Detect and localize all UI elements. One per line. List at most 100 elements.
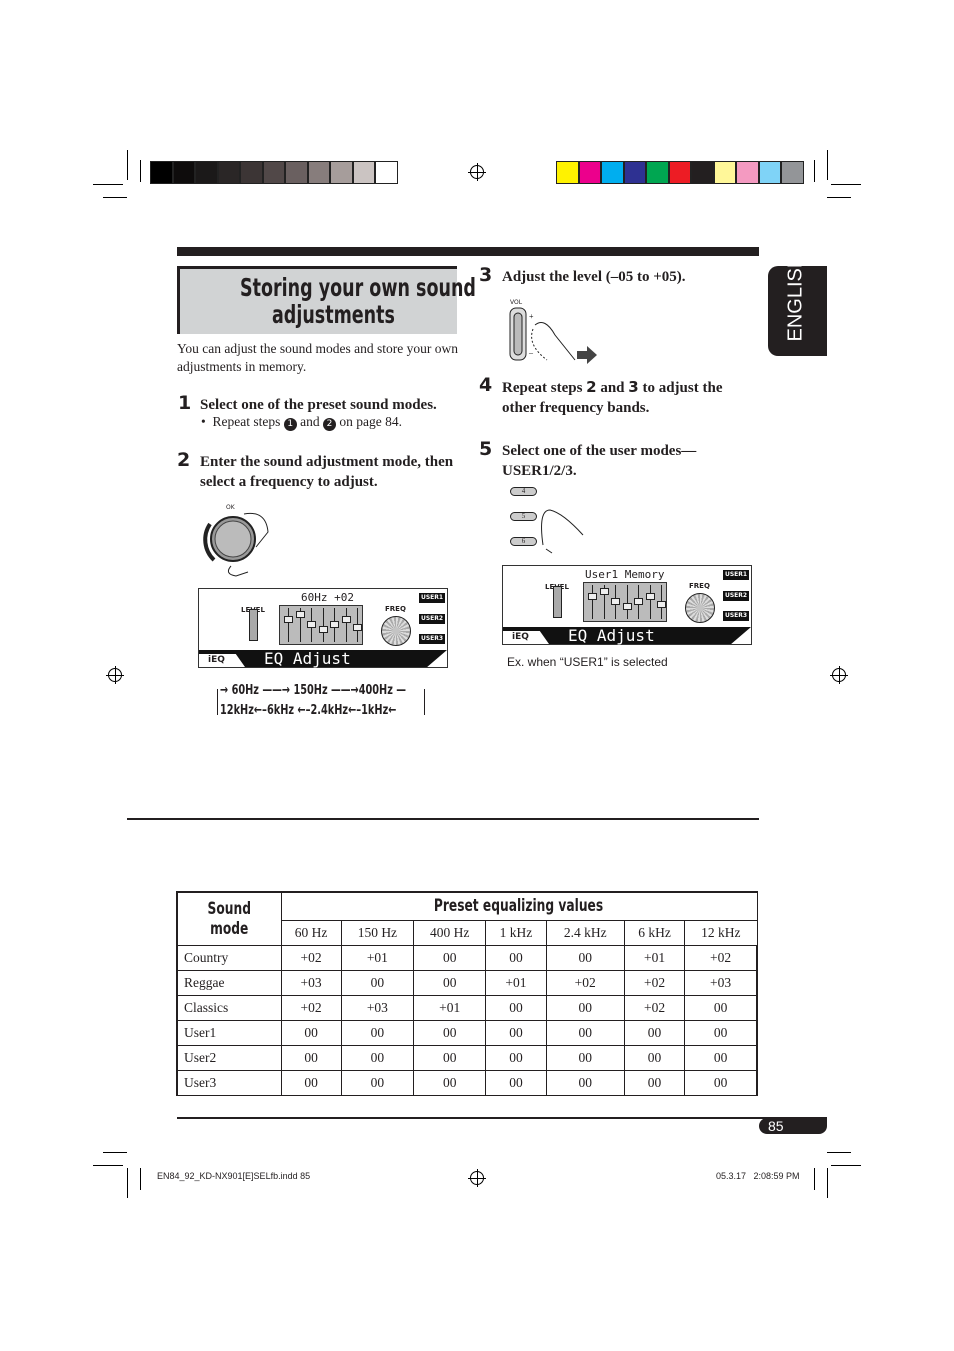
eq-value-cell: +01 xyxy=(485,969,547,996)
preset-button-6[interactable]: 6 xyxy=(510,537,537,546)
slider-knob xyxy=(622,603,632,610)
eq-value-cell: +02 xyxy=(623,969,686,996)
finger-press-icon xyxy=(541,509,584,554)
freq-header: 150 Hz xyxy=(340,919,415,946)
registration-mark-icon xyxy=(830,666,848,684)
sound-mode-cell: Country xyxy=(176,944,282,971)
eq-value-cell: 00 xyxy=(280,1019,342,1046)
eq-value-cell: +02 xyxy=(623,994,686,1021)
slider-track xyxy=(626,585,628,619)
slider-knob xyxy=(341,616,351,623)
section-title-box: Storing your own sound adjustments xyxy=(177,266,476,334)
freq-item: 60Hz xyxy=(231,683,259,698)
slider-knob xyxy=(657,600,666,608)
circled-number-icon: 1 xyxy=(283,418,297,431)
freq-header: 2.4 kHz xyxy=(545,919,625,946)
crop-mark xyxy=(103,1152,127,1153)
footer-file: EN84_92_KD-NX901[E]SELfb.indd 85 xyxy=(157,1171,311,1181)
eq-value-cell: 00 xyxy=(413,1044,487,1071)
circled-number-icon: 2 xyxy=(322,418,336,431)
registration-mark-icon xyxy=(468,163,486,181)
eq-value-cell: 00 xyxy=(340,1019,415,1046)
color-swatch xyxy=(601,161,624,184)
crop-mark xyxy=(140,1168,141,1190)
eq-value-cell: 00 xyxy=(684,1044,759,1071)
eq-value-cell: 00 xyxy=(485,944,547,971)
freq-item: 6kHz xyxy=(266,703,295,718)
eq-value-cell: 00 xyxy=(684,1019,759,1046)
preset-button-5[interactable]: 5 xyxy=(510,512,537,521)
color-swatch xyxy=(150,161,173,184)
crop-mark xyxy=(831,184,861,185)
freq-label: FREQ xyxy=(689,582,710,590)
display-main-text: EQ Adjust xyxy=(264,649,351,668)
slider-knob xyxy=(307,621,316,628)
col-header-sound-mode: Sound mode xyxy=(176,891,282,946)
eq-value-cell: 00 xyxy=(485,1069,547,1096)
svg-text:–: – xyxy=(528,348,534,357)
step-number: 5 xyxy=(479,438,493,460)
display-main-text: EQ Adjust xyxy=(568,626,655,645)
color-swatch xyxy=(285,161,308,184)
step-text: Select one of the preset sound modes. xyxy=(200,397,437,413)
freq-item: 150Hz xyxy=(293,683,328,698)
freq-knob-icon xyxy=(685,593,715,623)
eq-value-cell: 00 xyxy=(340,969,415,996)
eq-value-cell: 00 xyxy=(545,1044,625,1071)
slider-knob xyxy=(634,598,643,605)
color-swatch xyxy=(352,161,375,184)
eq-sliders xyxy=(583,582,667,622)
table-row: User2 00 00 00 00 00 00 00 xyxy=(176,1044,759,1071)
freq-label: FREQ xyxy=(385,605,406,613)
color-swatch xyxy=(240,161,263,184)
eq-value-cell: 00 xyxy=(545,944,625,971)
crop-mark xyxy=(814,1168,815,1190)
crop-mark xyxy=(93,184,123,185)
slider-track xyxy=(288,608,289,642)
eq-value-cell: 00 xyxy=(545,1019,625,1046)
lcd-display-user-memory: User1 Memory USER1 USER2 USER3 LEVEL FRE… xyxy=(502,565,752,645)
crop-mark xyxy=(140,160,141,182)
eq-value-cell: +03 xyxy=(684,969,759,996)
slider-track xyxy=(592,585,593,619)
freq-header: 6 kHz xyxy=(623,919,686,946)
color-swatch xyxy=(646,161,669,184)
eq-value-cell: 00 xyxy=(623,1044,686,1071)
step-text: Adjust the level (–05 to +05). xyxy=(502,269,686,285)
bullet-text: and xyxy=(300,414,320,429)
registration-mark-icon xyxy=(106,666,124,684)
bullet-text: Repeat steps xyxy=(212,414,281,429)
eq-value-cell: +02 xyxy=(684,944,759,971)
color-swatch xyxy=(330,161,353,184)
crop-mark xyxy=(127,1168,128,1198)
eq-value-cell: 00 xyxy=(623,1019,686,1046)
slider-knob xyxy=(318,626,328,633)
crop-mark xyxy=(103,197,127,198)
eq-value-cell: 00 xyxy=(485,1044,547,1071)
eq-value-cell: 00 xyxy=(413,944,487,971)
volume-button-press-icon: +– xyxy=(509,307,597,364)
sound-mode-cell: Classics xyxy=(176,994,282,1021)
crop-mark xyxy=(831,1165,861,1166)
freq-item: 400Hz xyxy=(358,683,393,698)
slider-track xyxy=(322,608,324,642)
sound-mode-cell: Reggae xyxy=(176,969,282,996)
display-top-text: User1 Memory xyxy=(585,568,665,581)
eq-value-cell: 00 xyxy=(413,1069,487,1096)
freq-header: 12 kHz xyxy=(684,919,758,946)
freq-header: 60 Hz xyxy=(280,919,342,946)
color-swatch xyxy=(172,161,195,184)
step-number: 2 xyxy=(177,449,191,471)
language-tab: ENGLISH xyxy=(768,254,827,356)
eq-value-cell: 00 xyxy=(485,994,547,1021)
preset-button-4[interactable]: 4 xyxy=(510,487,537,496)
eq-value-cell: +02 xyxy=(280,994,342,1021)
preset-eq-table: Sound mode Preset equalizing values 60 H… xyxy=(176,891,759,1096)
eq-value-cell: 00 xyxy=(684,994,759,1021)
color-swatch xyxy=(668,161,691,184)
crop-mark xyxy=(827,1168,828,1198)
section-title-line1: Storing your own sound xyxy=(240,273,476,302)
eq-value-cell: +02 xyxy=(280,944,342,971)
eq-value-cell: +01 xyxy=(623,944,686,971)
freq-item: 12kHz xyxy=(220,703,254,718)
